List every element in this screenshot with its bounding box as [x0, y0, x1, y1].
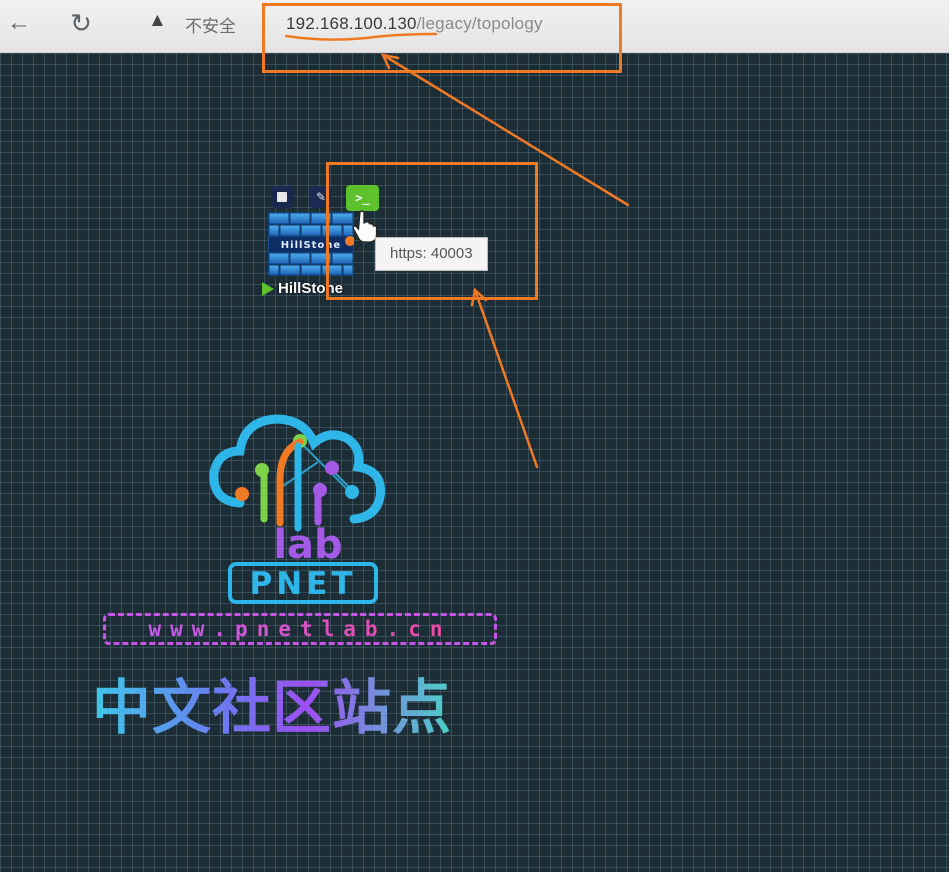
- address-bar[interactable]: 192.168.100.130/legacy/topology: [286, 14, 543, 34]
- topology-canvas[interactable]: [0, 53, 949, 872]
- website-url-box: www.pnetlab.cn: [103, 613, 497, 645]
- firewall-node-icon[interactable]: HillStone: [268, 212, 354, 276]
- node-stop-button[interactable]: [271, 186, 293, 208]
- running-play-icon: [262, 281, 274, 296]
- address-path: /legacy/topology: [416, 14, 543, 33]
- node-edit-button[interactable]: ✎: [310, 186, 332, 208]
- node-tooltip: https: 40003: [375, 237, 488, 271]
- website-url-text: www.pnetlab.cn: [148, 617, 452, 641]
- screen: ← ↻ ▲ 不安全 192.168.100.130/legacy/topolog…: [0, 0, 949, 872]
- node-name-label: HillStone: [278, 280, 344, 297]
- reload-icon[interactable]: ↻: [66, 8, 96, 38]
- edit-icon: ✎: [315, 190, 327, 204]
- logo-lab-text: lab: [273, 522, 342, 568]
- community-site-title: 中文社区站点: [92, 660, 452, 745]
- warning-triangle-icon[interactable]: ▲: [148, 10, 167, 32]
- logo-brand-text: PNET: [250, 566, 357, 602]
- pnetlab-logo: lab PNET: [209, 414, 386, 604]
- security-status-label[interactable]: 不安全: [185, 12, 236, 37]
- node-console-button[interactable]: >_: [346, 185, 379, 211]
- device-brand-label: HillStone: [281, 240, 341, 251]
- back-arrow-icon[interactable]: ←: [4, 8, 34, 38]
- browser-toolbar: ← ↻ ▲ 不安全 192.168.100.130/legacy/topolog…: [0, 0, 949, 53]
- address-host: 192.168.100.130: [286, 14, 417, 33]
- node-label-row[interactable]: HillStone: [262, 280, 343, 297]
